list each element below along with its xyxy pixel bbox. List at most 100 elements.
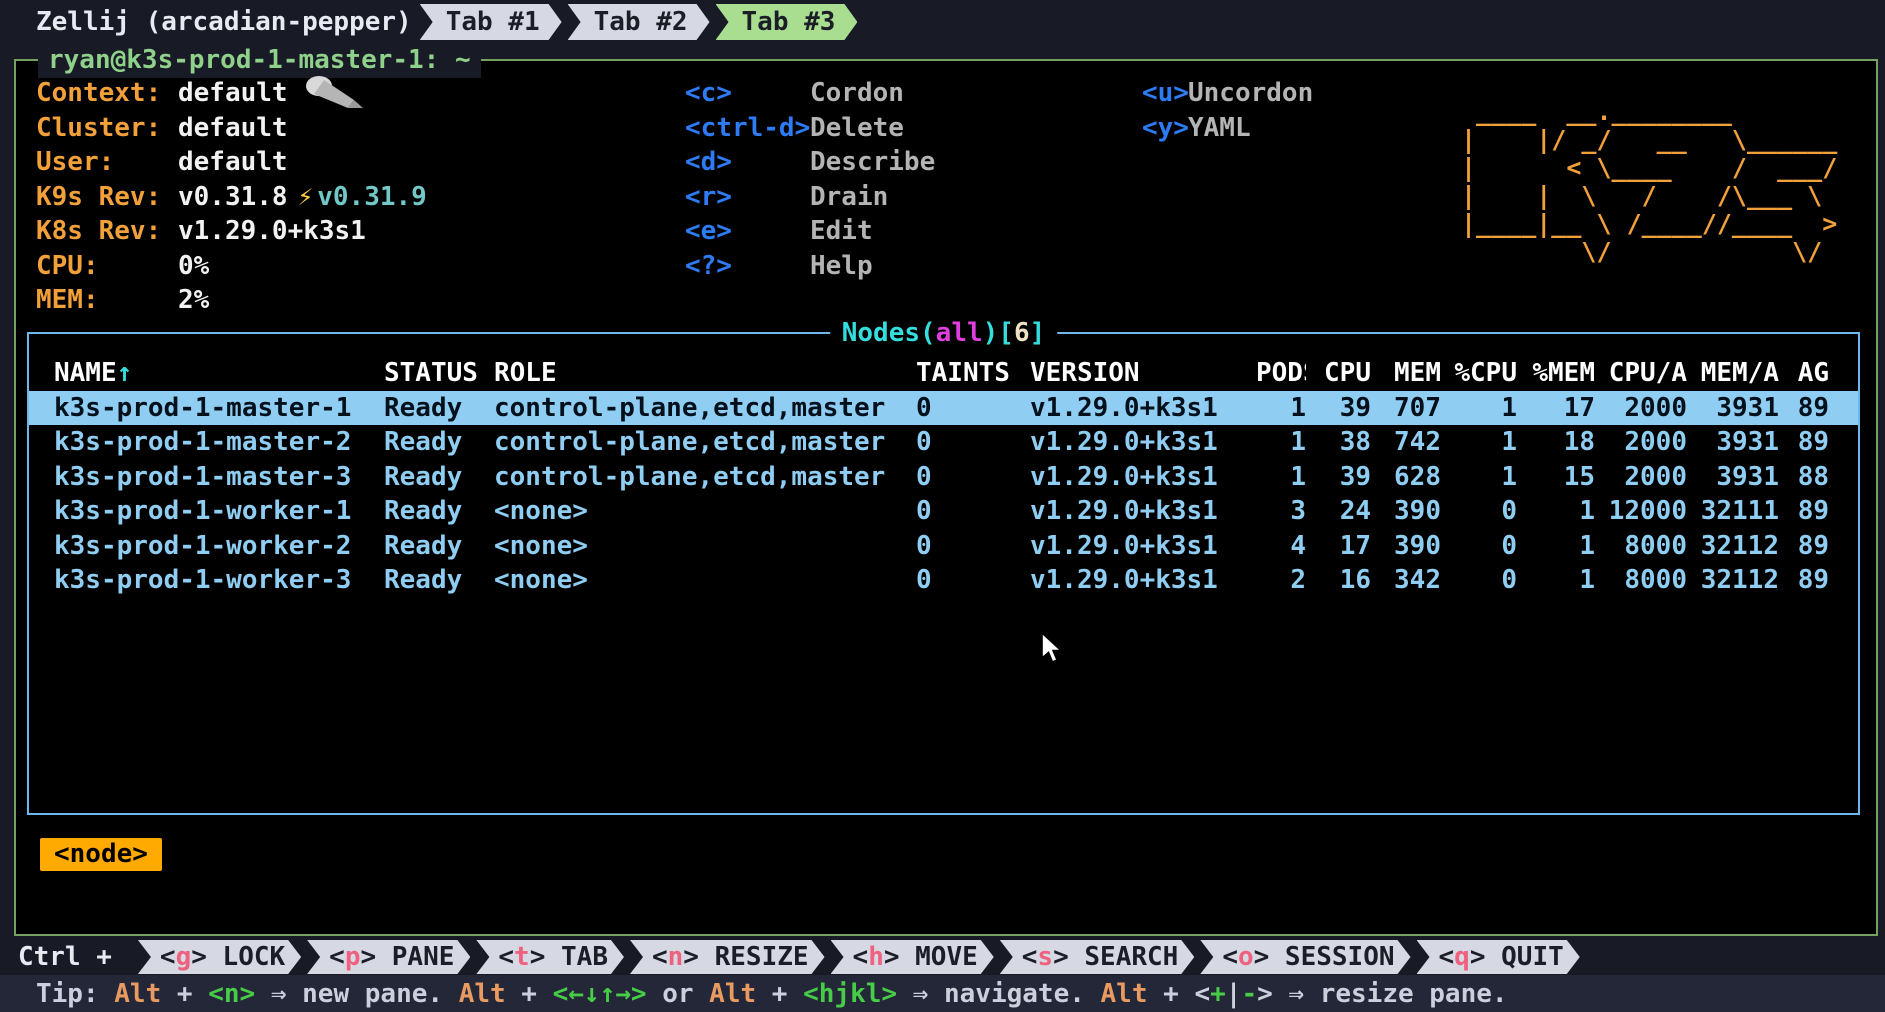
info-value: default — [178, 145, 288, 180]
info-value: v0.31.8 — [178, 180, 288, 215]
cell-taints: 0 — [916, 460, 1030, 495]
cell-cpu: 17 — [1306, 529, 1371, 564]
cell-taints: 0 — [916, 391, 1030, 426]
sort-arrow: ↑ — [117, 358, 133, 388]
table-row[interactable]: k3s-prod-1-worker-1Ready<none>0v1.29.0+k… — [29, 494, 1858, 529]
cell-age: 88 — [1779, 460, 1829, 495]
cell-age: 89 — [1779, 391, 1829, 426]
table-row[interactable]: k3s-prod-1-worker-3Ready<none>0v1.29.0+k… — [29, 563, 1858, 598]
keybind-tab[interactable]: <t> TAB — [476, 940, 624, 974]
hotkey-key: <r> — [685, 180, 810, 215]
cell-name: k3s-prod-1-worker-2 — [54, 529, 384, 564]
hotkey-key: <ctrl-d> — [685, 111, 810, 146]
table-row[interactable]: k3s-prod-1-worker-2Ready<none>0v1.29.0+k… — [29, 529, 1858, 564]
table-row[interactable]: k3s-prod-1-master-3Readycontrol-plane,et… — [29, 460, 1858, 495]
cell-mem: 390 — [1371, 529, 1441, 564]
tip-segment: + — [1210, 979, 1226, 1009]
cell-status: Ready — [384, 425, 494, 460]
terminal-pane: ryan@k3s-prod-1-master-1: ~ Context:defa… — [14, 59, 1878, 936]
upgrade-bolt-icon: ⚡ — [298, 180, 314, 215]
hotkey-label: YAML — [1188, 111, 1251, 146]
tip-text: Tip: Alt + <n> ⇒ new pane. Alt + <←↓↑→> … — [36, 979, 1508, 1009]
cell-status: Ready — [384, 529, 494, 564]
cell-pcpu: 0 — [1441, 563, 1517, 598]
keybind-resize[interactable]: <n> RESIZE — [630, 940, 825, 974]
k9s-cluster-info: Context:defaultCluster:defaultUser:defau… — [36, 76, 427, 318]
cell-mema: 32111 — [1687, 494, 1779, 529]
column-header-mema[interactable]: MEM/A — [1687, 356, 1779, 391]
mouse-cursor — [1040, 632, 1066, 673]
cell-role: <none> — [494, 529, 916, 564]
column-header-status[interactable]: STATUS — [384, 356, 494, 391]
column-header-name[interactable]: NAME↑ — [54, 356, 384, 391]
cell-taints: 0 — [916, 494, 1030, 529]
column-header-cpu[interactable]: CPU — [1306, 356, 1371, 391]
cell-status: Ready — [384, 563, 494, 598]
cell-pcpu: 0 — [1441, 494, 1517, 529]
cell-status: Ready — [384, 391, 494, 426]
table-body: k3s-prod-1-master-1Readycontrol-plane,et… — [29, 391, 1858, 598]
k9s-hotkeys-column-2: <u>Uncordon<y>YAML — [1142, 76, 1313, 145]
column-header-pods[interactable]: PODS — [1256, 356, 1306, 391]
tab-tab-2[interactable]: Tab #2 — [568, 4, 710, 40]
pane-title: ryan@k3s-prod-1-master-1: ~ — [38, 42, 481, 78]
column-header-cpu[interactable]: %CPU — [1441, 356, 1517, 391]
keybind-pane[interactable]: <p> PANE — [307, 940, 470, 974]
hotkey-key: <y> — [1142, 111, 1188, 146]
keybind-search[interactable]: <s> SEARCH — [1000, 940, 1195, 974]
info-value: default — [178, 111, 288, 146]
cell-mema: 3931 — [1687, 460, 1779, 495]
keybind-key: g — [176, 942, 192, 972]
column-header-taints[interactable]: TAINTS — [916, 356, 1030, 391]
cell-mem: 742 — [1371, 425, 1441, 460]
tab-tab-1[interactable]: Tab #1 — [420, 4, 562, 40]
info-value: 2% — [178, 283, 209, 318]
column-header-mem[interactable]: MEM — [1371, 356, 1441, 391]
info-row-k9srev: K9s Rev:v0.31.8⚡v0.31.9 — [36, 180, 427, 215]
table-title-suffix: ] — [1030, 318, 1046, 348]
hotkey-label: Describe — [810, 145, 935, 180]
cell-version: v1.29.0+k3s1 — [1030, 391, 1256, 426]
keybind-quit[interactable]: <q> QUIT — [1417, 940, 1580, 974]
cell-version: v1.29.0+k3s1 — [1030, 460, 1256, 495]
node-breadcrumb[interactable]: <node> — [40, 838, 162, 871]
tip-segment: <hjkl> — [803, 979, 897, 1009]
tab-tab-3[interactable]: Tab #3 — [716, 4, 858, 40]
cell-name: k3s-prod-1-master-1 — [54, 391, 384, 426]
info-value: default — [178, 76, 288, 111]
keybind-lock[interactable]: <g> LOCK — [138, 940, 301, 974]
keybind-session[interactable]: <o> SESSION — [1200, 940, 1410, 974]
tip-segment: ⇒ new pane. — [255, 979, 459, 1009]
cell-mema: 32112 — [1687, 563, 1779, 598]
hotkey-label: Drain — [810, 180, 888, 215]
tip-segment: ⇒ navigate. — [897, 979, 1101, 1009]
column-header-mem[interactable]: %MEM — [1517, 356, 1595, 391]
cell-pmem: 1 — [1517, 529, 1595, 564]
tip-segment: Alt — [709, 979, 756, 1009]
column-header-cpua[interactable]: CPU/A — [1595, 356, 1687, 391]
cell-taints: 0 — [916, 529, 1030, 564]
table-row[interactable]: k3s-prod-1-master-2Readycontrol-plane,et… — [29, 425, 1858, 460]
column-header-ag[interactable]: AG — [1779, 356, 1829, 391]
cell-mem: 390 — [1371, 494, 1441, 529]
tip-segment: Tip: — [36, 979, 114, 1009]
info-row-cluster: Cluster:default — [36, 111, 427, 146]
cell-mem: 628 — [1371, 460, 1441, 495]
cell-cpu: 24 — [1306, 494, 1371, 529]
cell-pmem: 1 — [1517, 563, 1595, 598]
column-header-role[interactable]: ROLE — [494, 356, 916, 391]
keybind-move[interactable]: <h> MOVE — [831, 940, 994, 974]
cell-pods: 1 — [1256, 425, 1306, 460]
cell-pcpu: 0 — [1441, 529, 1517, 564]
hotkey-cordon: <c>Cordon — [685, 76, 935, 111]
table-row[interactable]: k3s-prod-1-master-1Readycontrol-plane,et… — [29, 391, 1858, 426]
session-name: Zellij (arcadian-pepper) — [36, 7, 412, 37]
column-header-version[interactable]: VERSION — [1030, 356, 1256, 391]
cell-name: k3s-prod-1-master-3 — [54, 460, 384, 495]
cell-mem: 707 — [1371, 391, 1441, 426]
table-title-filter: all — [936, 318, 983, 348]
tip-segment: Alt — [1101, 979, 1148, 1009]
info-label: MEM: — [36, 283, 178, 318]
hotkey-yaml: <y>YAML — [1142, 111, 1313, 146]
info-label: K9s Rev: — [36, 180, 178, 215]
